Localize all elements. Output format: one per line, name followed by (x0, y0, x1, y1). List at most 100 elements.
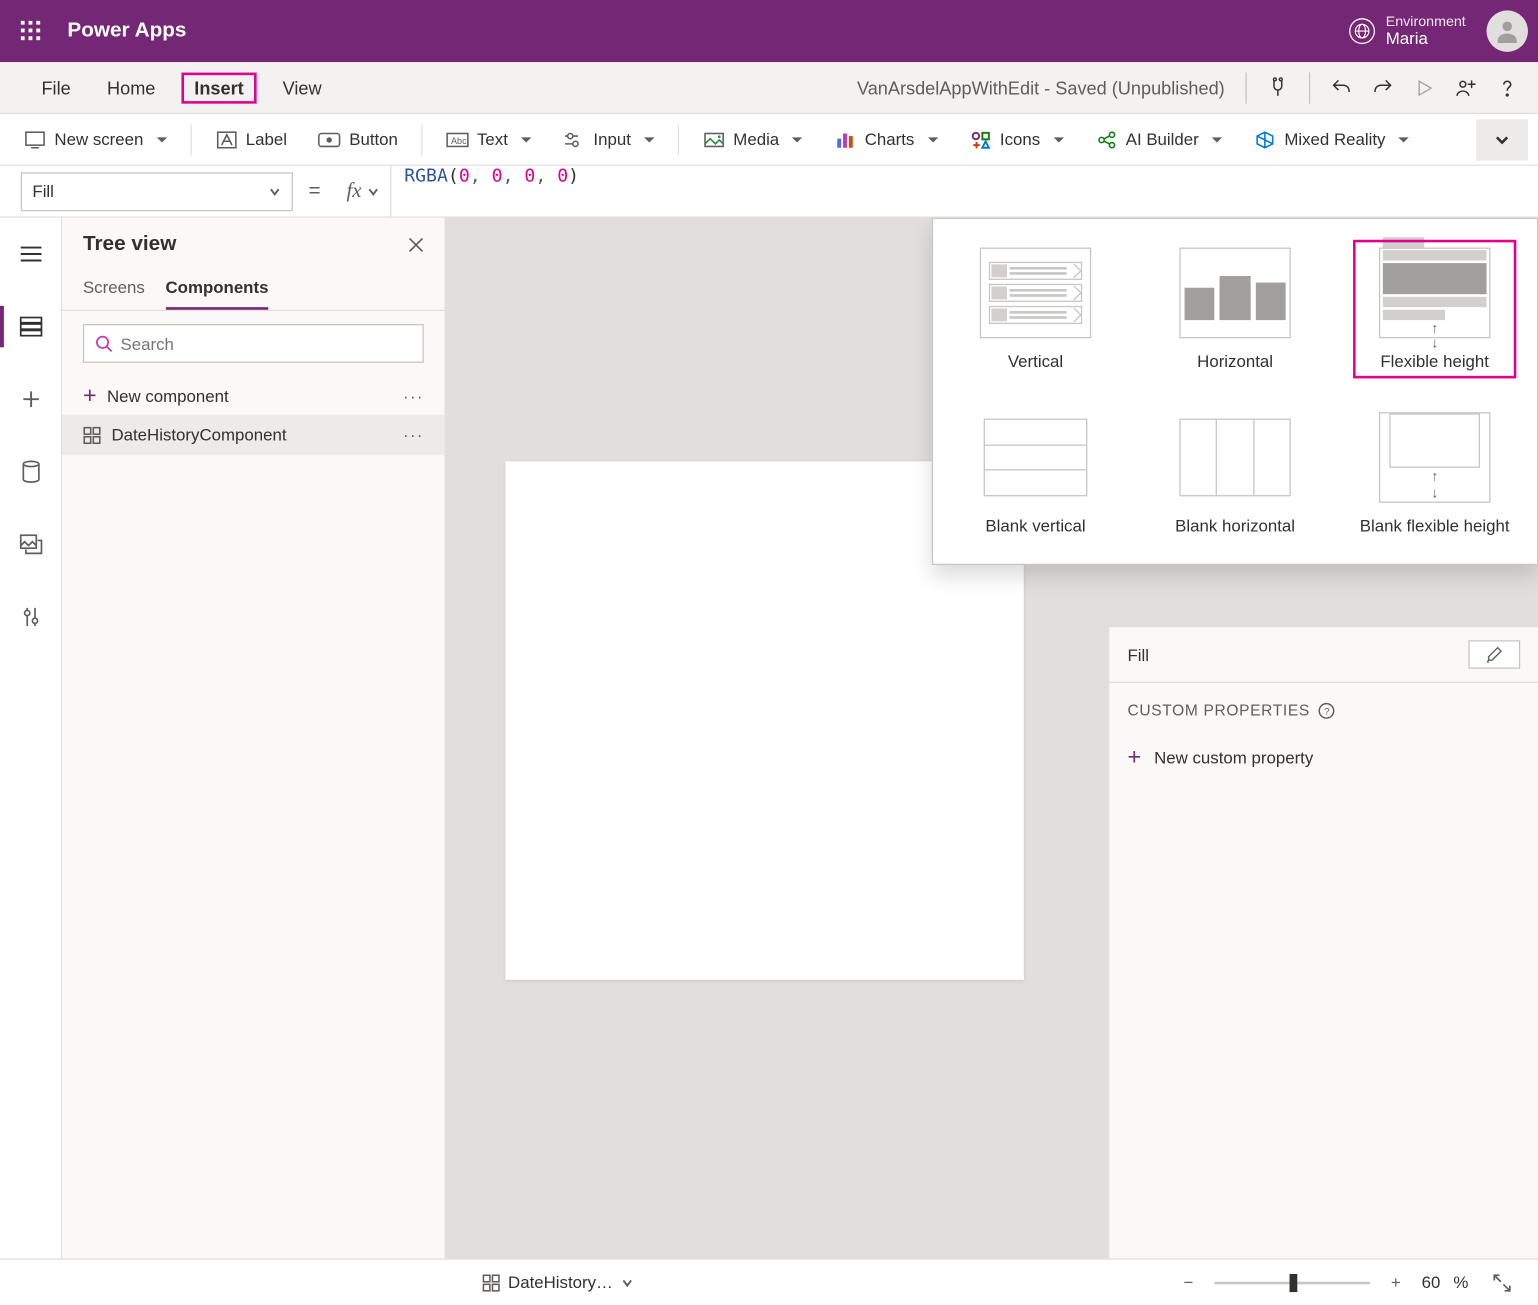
button-button[interactable]: Button (305, 119, 411, 160)
component-icon (482, 1273, 500, 1291)
gallery-label: Flexible height (1358, 351, 1511, 370)
share-button[interactable] (1445, 67, 1486, 108)
charts-dropdown[interactable]: Charts (821, 119, 951, 160)
tab-components[interactable]: Components (166, 267, 269, 310)
property-selector[interactable]: Fill (21, 172, 293, 211)
menu-home[interactable]: Home (97, 72, 166, 103)
menubar: File Home Insert View VanArsdelAppWithEd… (0, 62, 1538, 114)
redo-button[interactable] (1362, 67, 1403, 108)
search-input[interactable] (83, 324, 424, 363)
search-field[interactable] (121, 334, 413, 353)
ribbon: New screen Label Button Abc Text Input M… (0, 114, 1538, 166)
menu-file[interactable]: File (31, 72, 81, 103)
mixed-reality-icon (1253, 128, 1276, 151)
close-icon[interactable] (408, 237, 424, 253)
gallery-label: Blank flexible height (1358, 516, 1511, 535)
status-bar: DateHistory… − + 60 % (0, 1258, 1538, 1305)
button-icon (318, 128, 341, 151)
zoom-in-button[interactable]: + (1383, 1273, 1409, 1292)
tree-item[interactable]: DateHistoryComponent ··· (62, 415, 444, 455)
input-icon (562, 128, 585, 151)
component-breadcrumb[interactable]: DateHistory… (482, 1273, 634, 1292)
gallery-item-blank-v[interactable]: Blank vertical (954, 404, 1117, 543)
search-icon (95, 334, 113, 352)
custom-properties-header: CUSTOM PROPERTIES ? (1109, 683, 1538, 737)
advanced-tools-button[interactable] (5, 591, 57, 643)
chevron-down-icon (621, 1276, 634, 1289)
text-dropdown[interactable]: Abc Text (433, 119, 544, 160)
gallery-item-vertical[interactable]: Vertical (954, 240, 1117, 379)
media-icon (702, 128, 725, 151)
gallery-item-blank-h[interactable]: Blank horizontal (1153, 404, 1316, 543)
gallery-item-horizontal[interactable]: Horizontal (1153, 240, 1316, 379)
formula-bar: Fill = fx RGBA(0, 0, 0, 0) (0, 166, 1538, 218)
tree-view-panel: Tree view Screens Components +New compon… (62, 218, 446, 1259)
plus-icon: + (1128, 745, 1142, 768)
svg-text:?: ? (1324, 706, 1330, 717)
charts-icon (834, 128, 857, 151)
zoom-out-button[interactable]: − (1175, 1273, 1201, 1292)
env-label: Environment (1386, 14, 1466, 30)
ai-builder-dropdown[interactable]: AI Builder (1082, 119, 1235, 160)
ribbon-overflow-button[interactable] (1476, 119, 1528, 160)
icons-dropdown[interactable]: Icons (956, 119, 1077, 160)
tree-view-button[interactable] (5, 301, 57, 353)
gallery-item-flex[interactable]: ↑↓Flexible height (1353, 240, 1516, 379)
zoom-unit: % (1453, 1273, 1468, 1292)
app-status: VanArsdelAppWithEdit - Saved (Unpublishe… (857, 77, 1225, 98)
env-value: Maria (1386, 30, 1466, 49)
icons-icon (969, 128, 992, 151)
zoom-value: 60 (1422, 1273, 1441, 1292)
component-icon (83, 426, 101, 444)
input-dropdown[interactable]: Input (549, 119, 667, 160)
formula-input[interactable]: RGBA(0, 0, 0, 0) (390, 166, 1538, 217)
properties-panel: Fill CUSTOM PROPERTIES ? + New custom pr… (1108, 627, 1538, 1258)
tab-screens[interactable]: Screens (83, 267, 145, 310)
mixed-reality-dropdown[interactable]: Mixed Reality (1240, 119, 1421, 160)
insert-button[interactable] (5, 373, 57, 425)
info-icon[interactable]: ? (1318, 702, 1335, 719)
ai-builder-icon (1095, 128, 1118, 151)
svg-text:Abc: Abc (451, 135, 467, 145)
new-screen-button[interactable]: New screen (10, 119, 179, 160)
gallery-picker-popup: Vertical Horizontal ↑↓Flexible height Blank… (932, 218, 1538, 565)
undo-button[interactable] (1321, 67, 1362, 108)
menu-view[interactable]: View (272, 72, 332, 103)
hamburger-button[interactable] (5, 228, 57, 280)
gallery-label: Vertical (959, 351, 1112, 370)
media-rail-button[interactable] (5, 518, 57, 570)
zoom-slider[interactable] (1214, 1281, 1370, 1284)
left-rail (0, 218, 62, 1259)
new-component-button[interactable]: +New component ··· (62, 376, 444, 415)
chevron-down-icon (268, 185, 281, 198)
gallery-label: Blank horizontal (1159, 516, 1312, 535)
label-icon (215, 128, 238, 151)
product-name: Power Apps (67, 19, 186, 42)
screen-icon (23, 128, 46, 151)
app-checker-icon[interactable] (1257, 67, 1298, 108)
fill-color-picker[interactable] (1468, 640, 1520, 669)
globe-icon (1349, 18, 1375, 44)
label-button[interactable]: Label (202, 119, 300, 160)
plus-icon: + (83, 384, 97, 407)
more-icon[interactable]: ··· (403, 386, 424, 405)
new-custom-property-button[interactable]: + New custom property (1109, 737, 1538, 776)
menu-insert[interactable]: Insert (181, 72, 256, 103)
gallery-label: Blank vertical (959, 516, 1112, 535)
environment-picker[interactable]: Environment Maria (1349, 14, 1465, 48)
fx-icon[interactable]: fx (336, 179, 390, 202)
user-avatar[interactable] (1487, 10, 1528, 51)
fill-property-label: Fill (1128, 645, 1150, 664)
gallery-label: Horizontal (1159, 351, 1312, 370)
more-icon[interactable]: ··· (403, 425, 424, 444)
titlebar: Power Apps Environment Maria (0, 0, 1538, 62)
text-icon: Abc (446, 128, 469, 151)
data-button[interactable] (5, 446, 57, 498)
help-button[interactable] (1487, 67, 1528, 108)
play-button[interactable] (1404, 67, 1445, 108)
fit-to-screen-button[interactable] (1481, 1262, 1522, 1303)
canvas[interactable]: Vertical Horizontal ↑↓Flexible height Blank… (446, 218, 1538, 1259)
app-launcher-icon[interactable] (10, 10, 51, 51)
media-dropdown[interactable]: Media (689, 119, 815, 160)
gallery-item-blank-flex[interactable]: ↑↓Blank flexible height (1353, 404, 1516, 543)
